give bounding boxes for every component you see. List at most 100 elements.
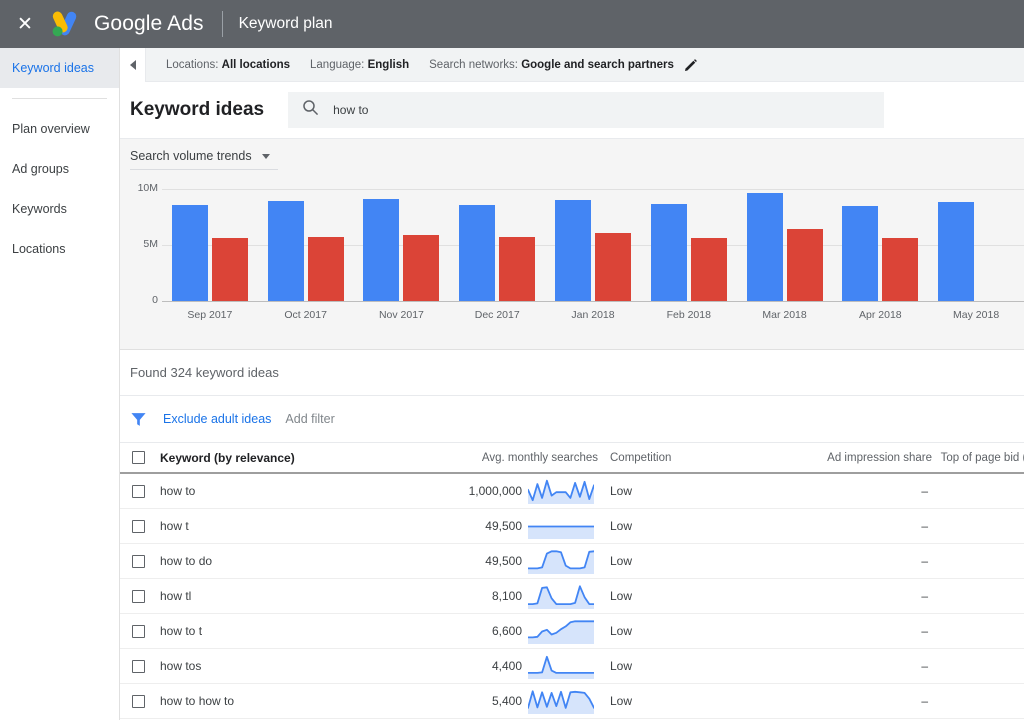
sidebar-item-label: Keyword ideas — [12, 61, 94, 75]
exclude-adult-ideas-filter[interactable]: Exclude adult ideas — [163, 412, 271, 426]
row-checkbox[interactable] — [131, 659, 145, 673]
row-select-cell — [120, 519, 156, 533]
left-sidebar: Keyword ideas Plan overview Ad groups Ke… — [0, 48, 120, 720]
sidebar-item-ad-groups[interactable]: Ad groups — [0, 149, 119, 189]
chart-bar[interactable] — [595, 232, 631, 301]
chart-x-tick-label: Nov 2017 — [378, 309, 424, 321]
chart-x-tick-label: Dec 2017 — [474, 309, 520, 321]
setting-search-networks[interactable]: Search networks: Google and search partn… — [429, 59, 674, 71]
row-select-cell — [120, 484, 156, 498]
column-header-competition[interactable]: Competition — [600, 452, 800, 464]
pencil-edit-icon[interactable] — [684, 58, 698, 72]
cell-top-of-page-bid-low: – — [928, 694, 1024, 708]
chart-bar[interactable] — [650, 203, 687, 301]
add-filter-button[interactable]: Add filter — [285, 412, 334, 426]
table-row[interactable]: how to do 49,500 Low –$0.06 — [120, 544, 1024, 579]
chart-bar[interactable] — [499, 237, 536, 301]
table-row[interactable]: how tl 8,100 Low –$2.54 — [120, 579, 1024, 614]
chart-x-tick-label: Mar 2018 — [762, 309, 807, 321]
setting-locations-value: All locations — [221, 58, 291, 71]
chart-bar[interactable] — [307, 237, 344, 301]
chart-bar[interactable] — [938, 202, 975, 301]
column-header-avg-searches[interactable]: Avg. monthly searches — [404, 452, 600, 464]
sidebar-item-locations[interactable]: Locations — [0, 229, 119, 269]
row-checkbox[interactable] — [131, 484, 145, 498]
table-header-row: Keyword (by relevance) Avg. monthly sear… — [120, 442, 1024, 474]
cell-competition: Low — [610, 484, 633, 498]
column-header-top-bid-low[interactable]: Top of page bid (low range) — [932, 452, 1024, 464]
cell-keyword[interactable]: how t — [156, 519, 404, 533]
collapse-left-arrow-icon[interactable] — [120, 48, 146, 82]
sidebar-item-plan-overview[interactable]: Plan overview — [0, 109, 119, 149]
cell-search-trend-sparkline[interactable] — [528, 686, 600, 716]
chart-bar[interactable] — [555, 200, 591, 301]
column-header-keyword[interactable]: Keyword (by relevance) — [156, 451, 404, 465]
chart-bar[interactable] — [403, 234, 440, 301]
select-all-checkbox[interactable] — [131, 451, 145, 464]
cell-avg-monthly-searches: 8,100 — [491, 589, 522, 603]
chart-x-tick-label: Jan 2018 — [571, 309, 615, 321]
cell-keyword[interactable]: how to do — [156, 554, 404, 568]
cell-avg-monthly-searches: 4,400 — [491, 659, 522, 673]
funnel-filter-icon[interactable] — [130, 411, 147, 428]
setting-language[interactable]: Language: English — [310, 59, 409, 71]
table-body: how to1,000,000Low–$0.05how t49,500Low–$… — [120, 474, 1024, 719]
cell-search-trend-sparkline[interactable] — [528, 511, 600, 541]
row-checkbox[interactable] — [131, 554, 145, 568]
top-app-bar: ✕ Google Ads Keyword plan — [0, 0, 1024, 48]
chart-bar[interactable] — [267, 201, 304, 301]
brand-name: Google Ads — [94, 12, 204, 35]
search-volume-trends-chart: Search volume trends 10M 5M 0 Sep 2017 Oct 2… — [120, 138, 1024, 350]
cell-top-of-page-bid-low: $0.06 — [928, 554, 1024, 568]
google-ads-logo — [48, 9, 82, 39]
chart-bar[interactable] — [459, 204, 496, 301]
chart-x-tick-label: Oct 2017 — [284, 309, 327, 321]
row-select-cell — [120, 694, 156, 708]
chart-bar[interactable] — [882, 238, 919, 301]
cell-keyword[interactable]: how to — [156, 484, 404, 498]
cell-ad-impression-share: – — [921, 484, 928, 498]
chart-bar[interactable] — [690, 238, 727, 301]
row-select-cell — [120, 659, 156, 673]
sidebar-item-label: Locations — [12, 242, 66, 256]
cell-search-trend-sparkline[interactable] — [528, 651, 600, 681]
cell-keyword[interactable]: how to t — [156, 624, 404, 638]
table-row[interactable]: how tos 4,400 Low –$0.01 — [120, 649, 1024, 684]
setting-locations[interactable]: Locations: All locations — [166, 59, 290, 71]
chart-bar[interactable] — [211, 238, 248, 301]
keyword-ideas-header: Keyword ideas how to — [120, 82, 1024, 138]
sidebar-item-keywords[interactable]: Keywords — [0, 189, 119, 229]
cell-search-trend-sparkline[interactable] — [528, 581, 600, 611]
setting-language-label: Language: — [310, 58, 365, 71]
cell-keyword[interactable]: how tl — [156, 589, 404, 603]
column-header-ad-impression-share[interactable]: Ad impression share — [800, 452, 932, 464]
trend-metric-selector[interactable]: Search volume trends — [130, 149, 278, 170]
setting-networks-label: Search networks: — [429, 58, 518, 71]
chart-bar[interactable] — [171, 204, 208, 301]
sidebar-item-keyword-ideas[interactable]: Keyword ideas — [0, 48, 119, 88]
search-icon — [302, 99, 319, 121]
row-checkbox[interactable] — [131, 694, 145, 708]
results-count: Found 324 keyword ideas — [120, 350, 1024, 396]
search-input[interactable]: how to — [288, 92, 884, 128]
cell-ad-impression-share: – — [921, 519, 928, 533]
cell-keyword[interactable]: how to how to — [156, 694, 404, 708]
table-row[interactable]: how to t 6,600 Low –– — [120, 614, 1024, 649]
chart-bar[interactable] — [842, 205, 879, 301]
chart-bar[interactable] — [746, 193, 783, 301]
cell-competition: Low — [610, 519, 633, 533]
row-checkbox[interactable] — [131, 589, 145, 603]
cell-search-trend-sparkline[interactable] — [528, 476, 600, 506]
chart-bar[interactable] — [363, 199, 400, 301]
row-checkbox[interactable] — [131, 519, 145, 533]
chart-bar[interactable] — [786, 229, 823, 301]
close-icon[interactable]: ✕ — [12, 11, 38, 37]
table-row[interactable]: how t 49,500 Low –$0.29 — [120, 509, 1024, 544]
cell-search-trend-sparkline[interactable] — [528, 616, 600, 646]
page-section-title: Keyword plan — [238, 15, 333, 32]
cell-keyword[interactable]: how tos — [156, 659, 404, 673]
row-checkbox[interactable] — [131, 624, 145, 638]
table-row[interactable]: how to 1,000,000 Low –$0.05 — [120, 474, 1024, 509]
table-row[interactable]: how to how to 5,400 Low –– — [120, 684, 1024, 719]
cell-search-trend-sparkline[interactable] — [528, 546, 600, 576]
